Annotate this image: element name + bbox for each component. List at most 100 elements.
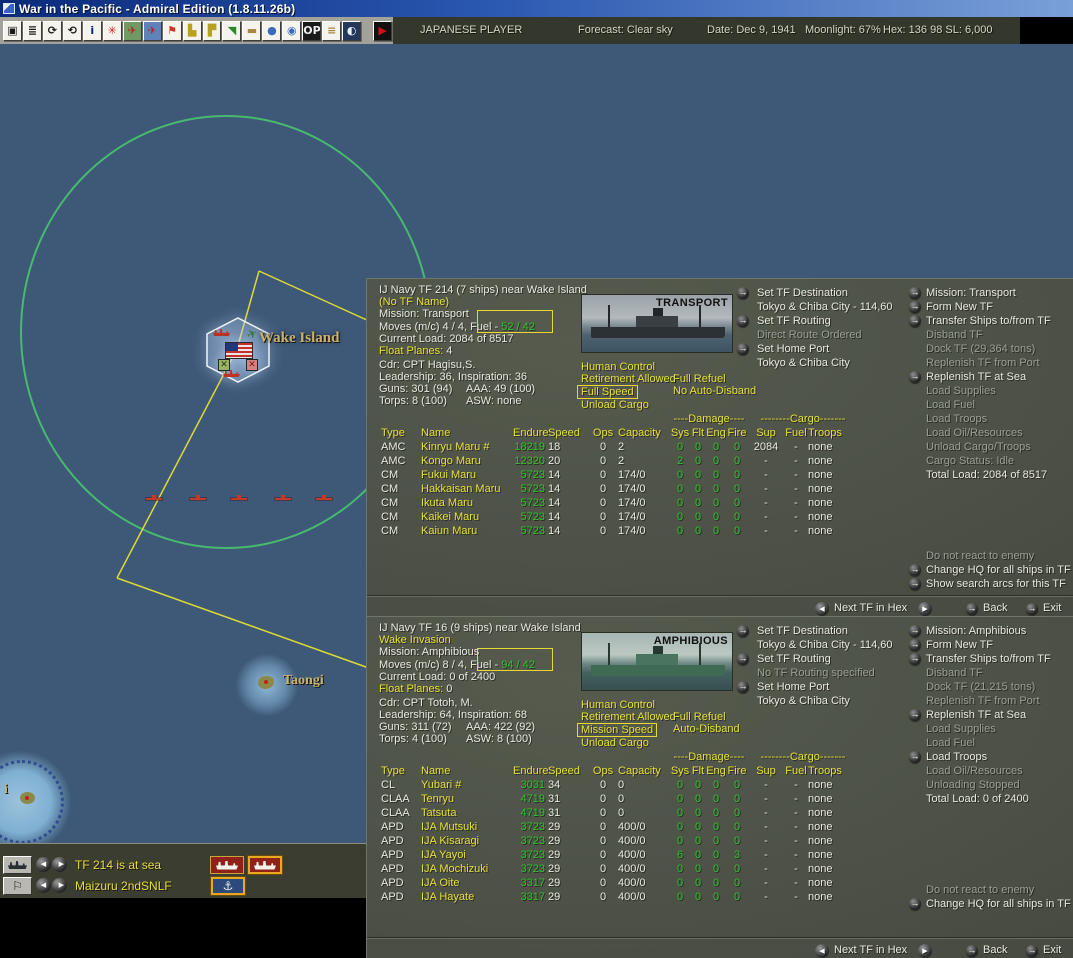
ship-row[interactable]: CM Kaikei Maru 5723 14 0 174/0 0 0 0 0- - none	[367, 510, 1073, 524]
action-arrow-icon[interactable]	[909, 751, 921, 763]
option-load-troops[interactable]: Load Troops	[908, 750, 1073, 764]
exit-button[interactable]: Exit	[1043, 944, 1061, 956]
replay-icon[interactable]: ⟲	[62, 20, 82, 41]
ship-row[interactable]: CM Kaiun Maru 5723 14 0 174/0 0 0 0 0- - none	[367, 524, 1073, 538]
toggle-full-speed[interactable]: Full Speed	[577, 385, 638, 400]
ship-row[interactable]: APD IJA Hayate 3317 29 0 400/0 0 0 0 0- - none	[367, 890, 1073, 904]
option-set-tf-destination[interactable]: Set TF Destination	[736, 624, 908, 638]
ship-row[interactable]: APD IJA Yayoi 3723 29 0 400/0 6 0 0 3- - none	[367, 848, 1073, 862]
action-arrow-icon[interactable]	[909, 578, 921, 590]
option-tokyo-chiba-city[interactable]: Tokyo & Chiba City	[736, 694, 908, 708]
exit-button[interactable]: Exit	[1043, 602, 1061, 614]
option-replenish-tf-at-sea[interactable]: Replenish TF at Sea	[908, 708, 1073, 722]
air-transfer-icon[interactable]: ✈	[142, 20, 162, 41]
ship-row[interactable]: AMC Kongo Maru 12320 20 0 2 2 0 0 0- - none	[367, 454, 1073, 468]
toggle-human-control[interactable]: Human Control	[581, 361, 676, 373]
turn-cycle-icon[interactable]: ⟳	[42, 20, 62, 41]
enemy-sub-icon[interactable]	[275, 494, 291, 500]
option-set-tf-routing[interactable]: Set TF Routing	[736, 652, 908, 666]
option-replenish-tf-at-sea[interactable]: Replenish TF at Sea	[908, 370, 1073, 384]
action-arrow-icon[interactable]	[909, 653, 921, 665]
action-arrow-icon[interactable]	[737, 653, 749, 665]
option-set-tf-destination[interactable]: Set TF Destination	[736, 286, 908, 300]
exit-arrow-icon[interactable]	[1026, 945, 1038, 957]
enemy-base-icon[interactable]: ✕	[246, 359, 258, 371]
action-arrow-icon[interactable]	[737, 343, 749, 355]
ship-row[interactable]: CL Yubari #3031 34 0 0 0 0 0 0- - none	[367, 778, 1073, 792]
unit-name-label[interactable]: Maizuru 2ndSNLF	[75, 879, 172, 893]
ship-row[interactable]: APD IJA Kisaragi 3723 29 0 400/0 0 0 0 0- - none	[367, 834, 1073, 848]
back-arrow-icon[interactable]	[966, 945, 978, 957]
air-combat-icon[interactable]: ✈	[122, 20, 142, 41]
operations-icon[interactable]: OP	[302, 20, 322, 41]
tf-type-button[interactable]	[3, 856, 32, 874]
toggle-retirement-allowed[interactable]: Retirement Allowed	[581, 373, 676, 385]
run-turn-icon[interactable]: ▶	[373, 20, 393, 41]
task-force-icon[interactable]: ▛	[202, 20, 222, 41]
ground-forces-icon[interactable]: ⚑	[162, 20, 182, 41]
friendly-base-icon[interactable]: ✕	[218, 359, 230, 371]
prev-tf-button[interactable]: ◀	[36, 857, 51, 872]
ship-row[interactable]: APD IJA Oite 3317 29 0 400/0 0 0 0 0- - none	[367, 876, 1073, 890]
weather-icon[interactable]: ◐	[342, 20, 362, 41]
next-tf-in-hex-arrow-button[interactable]: ▶	[918, 602, 932, 616]
industry-icon[interactable]: ◥	[222, 20, 242, 41]
option-form-new-tf[interactable]: Form New TF	[908, 300, 1073, 314]
option-set-tf-routing[interactable]: Set TF Routing	[736, 314, 908, 328]
ship-row[interactable]: APD IJA Mochizuki 3723 29 0 400/0 0 0 0 0- - none	[367, 862, 1073, 876]
option-mission-amphibious[interactable]: Mission: Amphibious	[908, 624, 1073, 638]
toggle-no-auto-disband[interactable]: No Auto-Disband	[673, 385, 756, 397]
base-anchor-badge[interactable]: ⚓	[211, 877, 245, 895]
ship-row[interactable]: CM Hakkaisan Maru 5723 14 0 174/0 0 0 0 0- - none	[367, 482, 1073, 496]
toggle-unload-cargo[interactable]: Unload Cargo	[581, 399, 676, 411]
toggle-full-refuel[interactable]: Full Refuel	[673, 711, 740, 723]
transport-icon[interactable]: ▬	[242, 20, 262, 41]
option-transfer-ships-to-from-tf[interactable]: Transfer Ships to/from TF	[908, 652, 1073, 666]
action-arrow-icon[interactable]	[909, 315, 921, 327]
option-transfer-ships-to-from-tf[interactable]: Transfer Ships to/from TF	[908, 314, 1073, 328]
toggle-auto-disband[interactable]: Auto-Disband	[673, 723, 740, 735]
rising-sun-icon[interactable]: ✳	[102, 20, 122, 41]
back-arrow-icon[interactable]	[966, 603, 978, 615]
next-tf-in-hex-button[interactable]: Next TF in Hex	[834, 602, 907, 614]
exit-arrow-icon[interactable]	[1026, 603, 1038, 615]
next-tf-button[interactable]: ▶	[52, 857, 67, 872]
action-arrow-icon[interactable]	[909, 709, 921, 721]
enemy-sub-icon[interactable]	[190, 494, 206, 500]
option-mission-transport[interactable]: Mission: Transport	[908, 286, 1073, 300]
prev-tf-in-hex-button[interactable]: ◀	[815, 602, 829, 616]
ship-row[interactable]: CLAA Tenryu 4719 31 0 0 0 0 0 0- - none	[367, 792, 1073, 806]
report-icon[interactable]: ≣	[22, 20, 42, 41]
option-tokyo-chiba-city[interactable]: Tokyo & Chiba City	[736, 356, 908, 370]
ship-row[interactable]: APD IJA Mutsuki 3723 29 0 400/0 0 0 0 0- - none	[367, 820, 1073, 834]
option-tokyo-chiba-city-114-60[interactable]: Tokyo & Chiba City - 114,60	[736, 300, 908, 314]
action-arrow-icon[interactable]	[909, 625, 921, 637]
option-set-home-port[interactable]: Set Home Port	[736, 680, 908, 694]
tf-status-label[interactable]: TF 214 is at sea	[75, 858, 161, 872]
action-arrow-icon[interactable]	[909, 287, 921, 299]
enemy-sub-icon[interactable]	[316, 494, 332, 500]
action-arrow-icon[interactable]	[909, 371, 921, 383]
back-button[interactable]: Back	[983, 602, 1007, 614]
next-unit-button[interactable]: ▶	[52, 878, 67, 893]
back-button[interactable]: Back	[983, 944, 1007, 956]
wake-island-hex[interactable]: ✈ ✕ ✕	[203, 317, 273, 383]
enemy-sub-icon[interactable]	[146, 494, 162, 500]
prev-tf-in-hex-button[interactable]: ◀	[815, 944, 829, 958]
action-arrow-icon[interactable]	[737, 625, 749, 637]
prev-unit-button[interactable]: ◀	[36, 878, 51, 893]
action-arrow-icon[interactable]	[737, 315, 749, 327]
save-icon[interactable]: ▣	[3, 20, 22, 41]
ship-row[interactable]: CM Ikuta Maru 5723 14 0 174/0 0 0 0 0- - none	[367, 496, 1073, 510]
edge-island[interactable]	[20, 792, 35, 804]
action-arrow-icon[interactable]	[909, 301, 921, 313]
action-arrow-icon[interactable]	[737, 681, 749, 693]
tf-ship-badge[interactable]	[210, 856, 244, 874]
toggle-full-refuel[interactable]: Full Refuel	[673, 373, 756, 385]
next-tf-in-hex-button[interactable]: Next TF in Hex	[834, 944, 907, 956]
ship-row[interactable]: CLAA Tatsuta 4719 31 0 0 0 0 0 0- - none	[367, 806, 1073, 820]
option-tokyo-chiba-city-114-60[interactable]: Tokyo & Chiba City - 114,60	[736, 638, 908, 652]
next-tf-in-hex-arrow-button[interactable]: ▶	[918, 944, 932, 958]
world-map-icon[interactable]: ●	[262, 20, 282, 41]
ship-row[interactable]: CM Fukui Maru 5723 14 0 174/0 0 0 0 0- - none	[367, 468, 1073, 482]
